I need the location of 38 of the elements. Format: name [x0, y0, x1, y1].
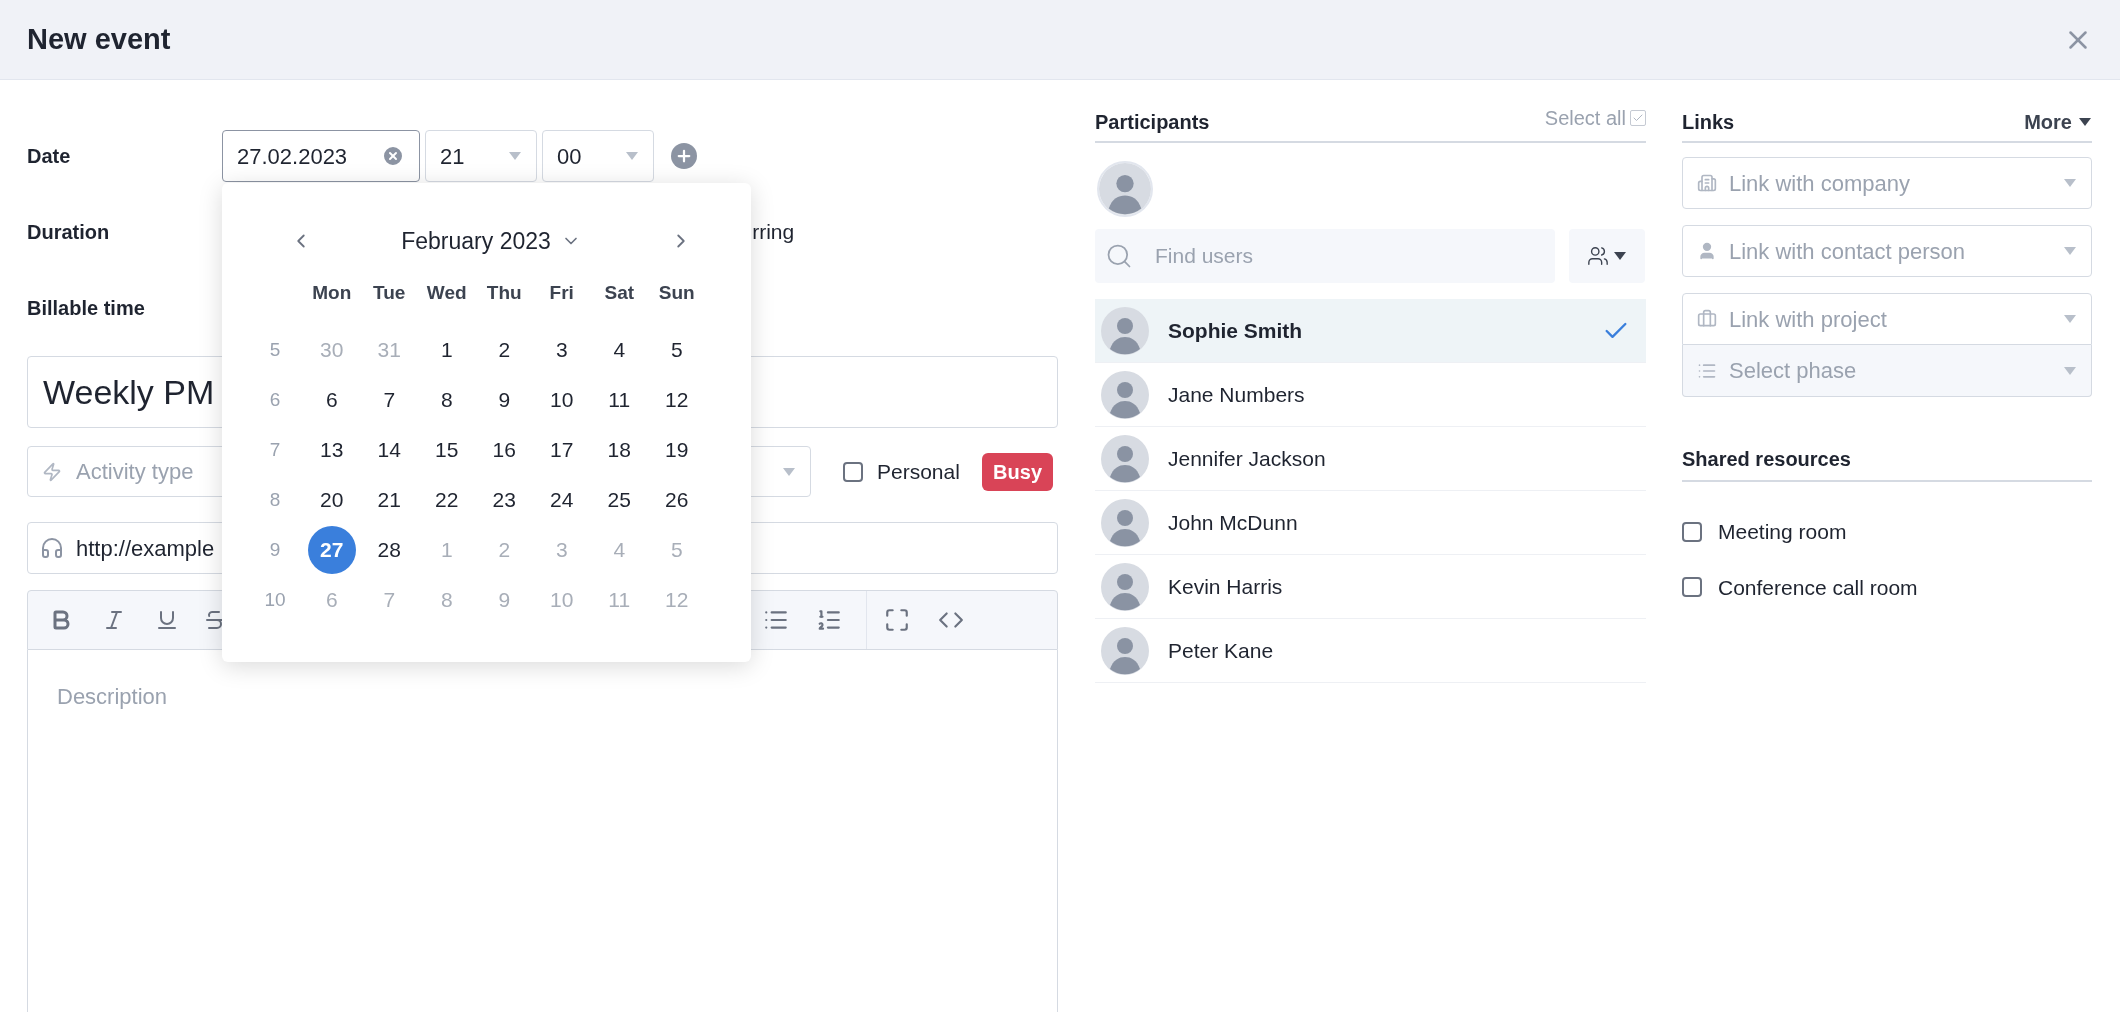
field-label: Date [27, 144, 72, 169]
search-placeholder: Find users [1155, 243, 1254, 270]
weekday-label: Fri [548, 280, 575, 305]
participant-name: Jennifer Jackson [1168, 445, 1326, 472]
weekday-label: Wed [425, 280, 468, 305]
weekday-label: Tue [372, 280, 407, 305]
section-title: Links [1682, 110, 1735, 135]
recurring-label: rring [752, 219, 795, 246]
section-title: Participants [1095, 110, 1210, 135]
participant-name: John McDunn [1168, 509, 1298, 536]
week-number: 6 [268, 387, 282, 412]
weekday-label: Sun [657, 280, 696, 305]
field-label: Billable time [27, 296, 145, 321]
date-value: 27.02.2023 [237, 142, 348, 171]
week-number: 7 [268, 437, 282, 462]
select-all-label: Select all [1544, 106, 1626, 131]
weekday-label: Mon [311, 280, 353, 305]
description-placeholder: Description [57, 684, 168, 709]
participant-name: Kevin Harris [1168, 573, 1283, 600]
activity-placeholder: Activity type [76, 458, 194, 486]
week-number: 5 [268, 337, 282, 362]
participant-name: Sophie Smith [1168, 317, 1303, 344]
resource-label: Meeting room [1718, 519, 1847, 545]
weekday-label: Sat [603, 280, 636, 305]
week-number: 10 [263, 587, 287, 612]
section-title: Shared resources [1682, 447, 1851, 472]
week-number: 8 [268, 487, 282, 512]
field-label: Duration [27, 220, 110, 245]
participant-name: Peter Kane [1168, 637, 1274, 664]
title-value: Weekly PM [43, 371, 215, 413]
personal-label: Personal [877, 458, 960, 485]
dialog-title: New event [27, 21, 171, 57]
participant-name: Jane Numbers [1168, 381, 1305, 408]
week-number: 9 [268, 537, 282, 562]
resource-label: Conference call room [1718, 574, 1918, 601]
url-value: http://example [76, 534, 215, 563]
busy-badge: Busy [982, 452, 1053, 491]
weekday-label: Thu [485, 280, 523, 305]
